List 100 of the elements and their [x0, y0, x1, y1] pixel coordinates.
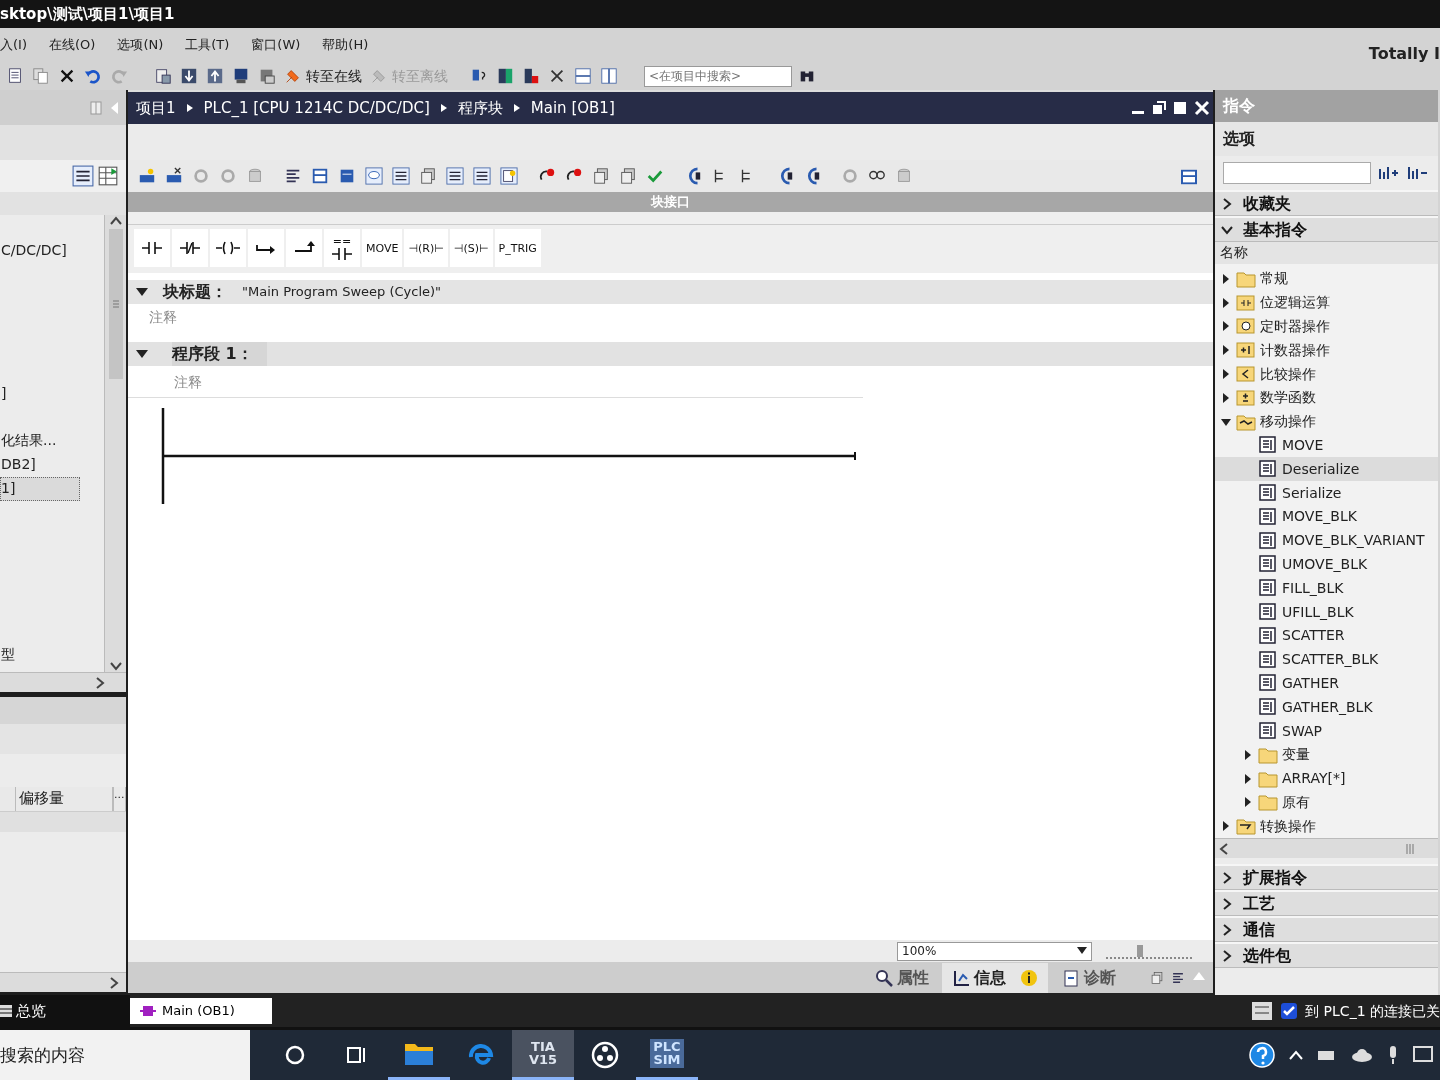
toolbar-button[interactable]: 转至在线	[282, 64, 364, 88]
list-button[interactable]	[390, 164, 412, 188]
taskbar-app[interactable]: PLC SIM	[636, 1030, 698, 1080]
tree-item[interactable]: SWAP	[1215, 719, 1438, 743]
chevron-up-icon[interactable]	[1289, 1050, 1303, 1060]
search-field[interactable]	[1223, 162, 1371, 184]
tree-item[interactable]: Serialize	[1215, 481, 1438, 505]
tree-item[interactable]: 化结果...	[0, 429, 104, 453]
menu-item[interactable]: 选项(N)	[117, 35, 164, 55]
battery-icon[interactable]	[1317, 1049, 1337, 1061]
horizontal-scrollbar[interactable]	[0, 972, 126, 992]
menu-item[interactable]: 入(I)	[0, 35, 27, 55]
taskbar-app[interactable]: TIA V15	[512, 1030, 574, 1080]
list-icon[interactable]	[71, 165, 94, 187]
tree-item[interactable]: 定时器操作	[1215, 314, 1438, 339]
menu-item[interactable]: 工具(T)	[185, 35, 230, 55]
microphone-icon[interactable]	[1387, 1045, 1399, 1065]
network-title[interactable]: 程序段 1：	[172, 342, 267, 366]
branch-button[interactable]	[286, 229, 322, 267]
tree-item[interactable]: FILL_BLK	[1215, 576, 1438, 601]
window-icon[interactable]	[1179, 167, 1199, 186]
scroll-right-icon[interactable]	[95, 675, 105, 690]
tree-item[interactable]: 位逻辑运算	[1215, 290, 1438, 315]
connection-icon[interactable]	[1251, 1001, 1274, 1021]
menu-item[interactable]: 窗口(W)	[251, 35, 301, 55]
breadcrumb-link[interactable]: PLC_1 [CPU 1214C DC/DC/DC]	[203, 96, 430, 120]
horizontal-scrollbar[interactable]	[1215, 838, 1438, 858]
comment-button[interactable]	[363, 164, 385, 188]
tree-item[interactable]: ]	[0, 381, 104, 406]
tree-item[interactable]: UMOVE_BLK	[1215, 552, 1438, 577]
list-button[interactable]	[444, 164, 466, 188]
compare-button[interactable]: ==	[324, 229, 360, 267]
tree-item[interactable]: MOVE	[1215, 433, 1438, 458]
tree-item[interactable]: 计数器操作	[1215, 338, 1438, 363]
editor-tab[interactable]: Main (OB1)	[130, 998, 272, 1024]
lines-icon[interactable]	[1171, 970, 1185, 985]
tree-item[interactable]: DB2]	[0, 452, 104, 477]
zoom-slider[interactable]	[1106, 943, 1192, 959]
page-stack-icon[interactable]	[1150, 970, 1164, 985]
section-header[interactable]: 基本指令	[1215, 216, 1438, 242]
coil-button[interactable]	[210, 229, 246, 267]
overview-icon[interactable]	[0, 1004, 12, 1018]
scroll-right-icon[interactable]	[109, 975, 119, 990]
branch-button[interactable]	[248, 229, 284, 267]
panel-tab[interactable]: 信息	[942, 962, 1048, 993]
panel-tab[interactable]: 属性	[864, 962, 939, 993]
scroll-left-icon[interactable]	[1218, 841, 1229, 856]
scroll-thumb-drawing[interactable]	[107, 228, 124, 379]
section-header[interactable]: 选件包	[1215, 942, 1438, 968]
tree-item[interactable]: SCATTER	[1215, 623, 1438, 648]
sort-icon[interactable]	[1378, 165, 1400, 181]
tree-item[interactable]: 比较操作	[1215, 362, 1438, 386]
instruction-button[interactable]: P_TRIG	[494, 229, 541, 267]
vertical-scrollbar[interactable]	[104, 215, 126, 672]
sort-icon[interactable]	[1407, 165, 1429, 181]
scroll-down-icon[interactable]	[108, 660, 123, 672]
tree-item[interactable]: 原有	[1215, 790, 1438, 815]
instruction-button[interactable]: ⊣(R)⊢	[404, 229, 448, 267]
tree-item[interactable]: 型	[0, 643, 104, 668]
breadcrumb-link[interactable]: 项目1	[136, 96, 176, 120]
tree-item[interactable]: UFILL_BLK	[1215, 600, 1438, 624]
notification-icon[interactable]	[1413, 1045, 1433, 1065]
comment-text[interactable]: 注释	[149, 309, 177, 325]
scroll-grip-icon[interactable]	[1404, 843, 1415, 854]
column-header[interactable]: 偏移量	[15, 787, 113, 811]
list-button[interactable]	[471, 164, 493, 188]
panel-tab[interactable]: 诊断	[1051, 962, 1126, 993]
contact-button[interactable]	[172, 229, 208, 267]
table-icon[interactable]	[97, 165, 119, 187]
instruction-button[interactable]: MOVE	[362, 229, 403, 267]
contact-button[interactable]	[134, 229, 170, 267]
tree-item[interactable]: 1]	[0, 476, 80, 501]
overview-link[interactable]: 总览	[15, 999, 46, 1023]
breadcrumb-link[interactable]: Main [OB1]	[530, 96, 615, 120]
section-header[interactable]: 扩展指令	[1215, 864, 1438, 890]
help-icon[interactable]	[1249, 1042, 1275, 1068]
tree-item[interactable]: 变量	[1215, 742, 1438, 767]
maximize-icon[interactable]	[1172, 101, 1187, 115]
section-header[interactable]: 通信	[1215, 916, 1438, 942]
close-icon[interactable]	[1193, 100, 1210, 116]
breadcrumb-link[interactable]: 程序块	[457, 96, 503, 120]
search-field[interactable]: <在项目中搜索>	[644, 65, 792, 87]
taskbar-search[interactable]: 搜索的内容	[0, 1030, 250, 1080]
block-title-value[interactable]: "Main Program Sweep (Cycle)"	[242, 282, 442, 302]
menu-item[interactable]: 帮助(H)	[322, 35, 369, 55]
expand-triangle-icon[interactable]	[135, 349, 149, 360]
tree-item[interactable]: 数学函数	[1215, 386, 1438, 410]
section-header[interactable]: 工艺	[1215, 890, 1438, 916]
zoom-field[interactable]: 100%	[897, 941, 1092, 961]
menu-item[interactable]: 在线(O)	[49, 35, 96, 55]
slider-thumb[interactable]	[1137, 945, 1144, 957]
scroll-up-icon[interactable]	[108, 215, 123, 227]
star-page-button[interactable]	[498, 164, 520, 188]
tree-item[interactable]: 常规	[1215, 267, 1438, 291]
tree-item[interactable]: Deserialize	[1215, 457, 1438, 482]
tree-item[interactable]: SCATTER_BLK	[1215, 647, 1438, 672]
expand-triangle-icon[interactable]	[135, 287, 149, 298]
section-header[interactable]: 收藏夹	[1215, 190, 1438, 216]
tree-item[interactable]: GATHER	[1215, 671, 1438, 696]
restore-icon[interactable]	[1151, 101, 1166, 115]
